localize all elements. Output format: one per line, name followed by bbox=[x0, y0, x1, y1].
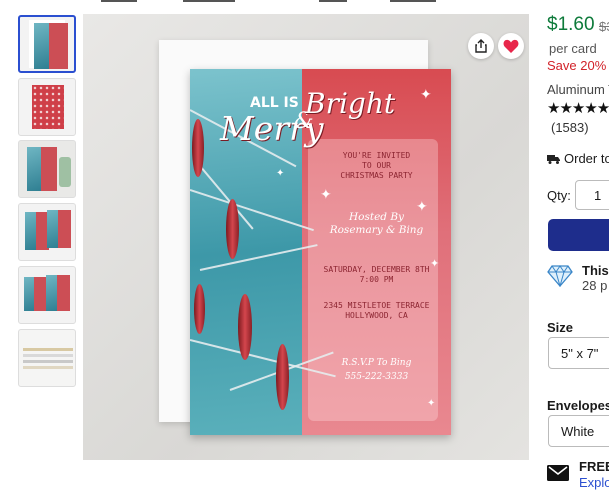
thumbnail-back[interactable] bbox=[18, 78, 76, 136]
size-label: Size bbox=[547, 320, 574, 335]
diamond-icon bbox=[547, 265, 573, 287]
original-price: $3 bbox=[599, 19, 609, 34]
card-hosted-text: Hosted By Rosemary & Bing bbox=[329, 211, 424, 236]
ornament-3 bbox=[194, 284, 205, 334]
free-delivery-text: FREE bbox=[579, 459, 609, 474]
envelopes-label: Envelopes bbox=[547, 398, 609, 413]
promo-line-2: 28 p bbox=[582, 278, 608, 293]
card-invite-text: YOU'RE INVITED TO OUR CHRISTMAS PARTY bbox=[340, 151, 413, 180]
envelopes-select[interactable]: White bbox=[548, 415, 609, 447]
card-rsvp-text: R.S.V.P To Bing 555-222-3333 bbox=[341, 358, 412, 382]
size-select[interactable]: 5" x 7" bbox=[548, 337, 609, 369]
discount-text: Save 20% o bbox=[547, 58, 609, 73]
review-count-link[interactable]: (1583) bbox=[551, 120, 589, 135]
top-nav-remnant bbox=[0, 0, 609, 6]
thumbnail-lifestyle-2[interactable] bbox=[18, 203, 76, 261]
quantity-label: Qty: bbox=[547, 188, 571, 203]
explore-link[interactable]: Explo bbox=[579, 475, 609, 490]
truck-icon bbox=[547, 155, 560, 164]
ornament-1 bbox=[192, 119, 204, 177]
share-button[interactable] bbox=[468, 33, 494, 59]
card-address-text: 2345 MISTLETOE TERRACE HOLLYWOOD, CA bbox=[323, 301, 430, 320]
product-preview: ✦ ✦ ✦ ✦ ✦ ✦ ALL IS Merry & Bright YOU'RE… bbox=[83, 14, 529, 460]
product-info-panel: $1.60 $3 per card Save 20% o Aluminum T … bbox=[547, 0, 609, 500]
price: $1.60 bbox=[547, 14, 595, 35]
quantity-input[interactable]: 1 bbox=[575, 180, 609, 210]
thumbnail-paper-stack[interactable] bbox=[18, 329, 76, 387]
ornament-5 bbox=[276, 344, 289, 410]
rating-stars: ★★★★★ bbox=[547, 100, 609, 117]
share-icon bbox=[475, 39, 487, 53]
heart-icon bbox=[503, 39, 519, 53]
thumbnail-lifestyle-1[interactable] bbox=[18, 140, 76, 198]
promo-line-1: This bbox=[582, 263, 609, 278]
card-bright: Bright bbox=[305, 87, 396, 120]
thumbnail-front[interactable] bbox=[18, 15, 76, 73]
order-shipping-row: Order to bbox=[547, 151, 609, 166]
ornament-2 bbox=[226, 199, 239, 259]
invitation-card-image: ✦ ✦ ✦ ✦ ✦ ✦ ALL IS Merry & Bright YOU'RE… bbox=[190, 69, 451, 435]
ornament-4 bbox=[238, 294, 252, 360]
card-date-text: SATURDAY, DECEMBER 8TH 7:00 PM bbox=[323, 265, 430, 284]
favorite-button[interactable] bbox=[498, 33, 524, 59]
order-text: Order to bbox=[564, 151, 609, 166]
add-to-cart-button[interactable] bbox=[548, 219, 609, 251]
mail-icon bbox=[547, 465, 569, 481]
price-unit: per card bbox=[549, 41, 597, 56]
material-text: Aluminum T bbox=[547, 82, 609, 97]
thumbnail-lifestyle-3[interactable] bbox=[18, 266, 76, 324]
